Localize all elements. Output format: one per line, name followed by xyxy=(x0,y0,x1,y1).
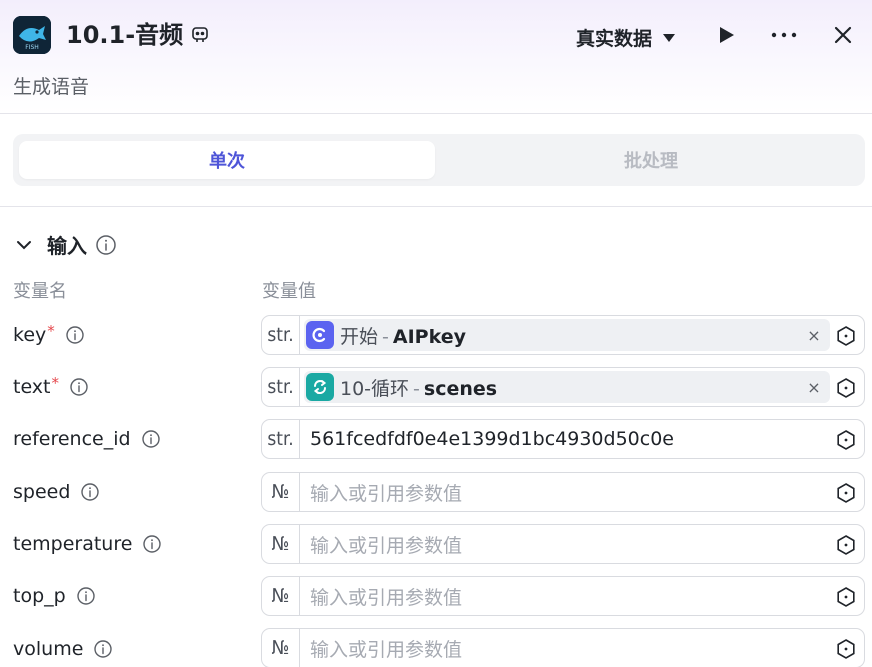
close-button[interactable] xyxy=(830,22,856,48)
param-field-volume[interactable]: № 输入或引用参数值 xyxy=(261,628,865,667)
param-label-reference-id: reference_id xyxy=(13,425,161,453)
info-icon[interactable] xyxy=(80,482,100,502)
column-header-value: 变量值 xyxy=(262,281,316,302)
param-input-placeholder[interactable]: 输入或引用参数值 xyxy=(310,583,462,610)
app-logo: FISH xyxy=(13,16,51,54)
param-name: key xyxy=(13,324,47,346)
param-field-reference-id[interactable]: str. 561fcedfdf0e4e1399d1bc4930d50c0e xyxy=(261,419,865,459)
chip-source: 开始 xyxy=(340,325,379,348)
chevron-down-icon[interactable] xyxy=(13,234,35,256)
divider xyxy=(0,206,872,207)
param-label-volume: volume xyxy=(13,635,113,663)
type-tag: str. xyxy=(262,316,300,354)
param-label-key: key * xyxy=(13,321,85,349)
node-title: 10.1-音频 xyxy=(66,21,184,49)
reference-settings-icon[interactable] xyxy=(834,533,858,557)
data-mode-dropdown[interactable]: 真实数据 xyxy=(576,24,676,51)
close-icon[interactable]: × xyxy=(804,325,824,345)
param-name: top_p xyxy=(13,585,66,607)
type-tag: № xyxy=(262,577,300,615)
required-mark: * xyxy=(51,374,60,392)
reference-settings-icon[interactable] xyxy=(834,428,858,452)
info-icon[interactable] xyxy=(76,586,96,606)
info-icon[interactable] xyxy=(142,534,162,554)
param-field-text[interactable]: str. 10-循环 - scenes × xyxy=(261,367,865,407)
tab-single[interactable]: 单次 xyxy=(19,141,435,179)
loop-icon xyxy=(306,373,334,401)
param-label-text: text * xyxy=(13,373,89,401)
reference-chip[interactable]: 开始 - AIPkey × xyxy=(304,319,830,351)
app-logo-text: FISH xyxy=(25,44,39,51)
chip-text: 开始 - AIPkey xyxy=(340,322,466,349)
required-mark: * xyxy=(47,322,55,340)
run-mode-tabs: 单次 批处理 xyxy=(13,134,865,186)
data-mode-label: 真实数据 xyxy=(576,28,653,50)
param-input-placeholder[interactable]: 输入或引用参数值 xyxy=(310,531,462,558)
info-icon[interactable] xyxy=(69,377,89,397)
more-button[interactable] xyxy=(771,22,797,48)
param-name: text xyxy=(13,376,51,398)
chip-separator: - xyxy=(382,325,389,348)
tab-batch[interactable]: 批处理 xyxy=(443,141,859,179)
node-header: FISH 10.1-音频 生成语音 真实数据 xyxy=(0,0,872,114)
param-label-speed: speed xyxy=(13,478,100,506)
type-tag: № xyxy=(262,473,300,511)
param-name: volume xyxy=(13,638,84,660)
start-icon xyxy=(306,321,334,349)
param-label-temperature: temperature xyxy=(13,530,162,558)
param-label-top-p: top_p xyxy=(13,582,96,610)
type-tag: str. xyxy=(262,420,300,458)
input-section-header: 输入 xyxy=(13,230,117,259)
info-icon[interactable] xyxy=(65,325,85,345)
more-icon xyxy=(771,32,797,38)
param-field-speed[interactable]: № 输入或引用参数值 xyxy=(261,472,865,512)
type-tag: № xyxy=(262,629,300,667)
play-icon xyxy=(720,27,734,43)
info-icon[interactable] xyxy=(93,639,113,659)
chip-source: 10-循环 xyxy=(340,377,410,400)
param-input-placeholder[interactable]: 输入或引用参数值 xyxy=(310,479,462,506)
reference-settings-icon[interactable] xyxy=(834,585,858,609)
param-field-key[interactable]: str. 开始 - AIPkey × xyxy=(261,315,865,355)
run-button[interactable] xyxy=(713,22,739,48)
chip-variable: scenes xyxy=(423,377,498,400)
chip-separator: - xyxy=(413,377,420,400)
reference-settings-icon[interactable] xyxy=(834,481,858,505)
param-name: reference_id xyxy=(13,428,131,450)
edit-title-icon[interactable] xyxy=(190,25,210,45)
type-tag: str. xyxy=(262,368,300,406)
param-name: speed xyxy=(13,481,71,503)
param-field-top-p[interactable]: № 输入或引用参数值 xyxy=(261,576,865,616)
param-value[interactable]: 561fcedfdf0e4e1399d1bc4930d50c0e xyxy=(310,428,674,450)
info-icon[interactable] xyxy=(95,234,117,256)
param-input-placeholder[interactable]: 输入或引用参数值 xyxy=(310,635,462,662)
close-icon[interactable]: × xyxy=(804,377,824,397)
input-section-title: 输入 xyxy=(47,234,87,258)
reference-settings-icon[interactable] xyxy=(834,324,858,348)
info-icon[interactable] xyxy=(141,429,161,449)
type-tag: № xyxy=(262,525,300,563)
close-icon xyxy=(834,26,852,44)
caret-down-icon xyxy=(663,33,676,42)
reference-settings-icon[interactable] xyxy=(834,376,858,400)
column-header-name: 变量名 xyxy=(13,281,67,302)
reference-settings-icon[interactable] xyxy=(834,637,858,661)
reference-chip[interactable]: 10-循环 - scenes × xyxy=(304,371,830,403)
node-description: 生成语音 xyxy=(13,76,90,98)
param-name: temperature xyxy=(13,533,133,555)
chip-text: 10-循环 - scenes xyxy=(340,374,497,401)
chip-variable: AIPkey xyxy=(392,325,466,348)
param-field-temperature[interactable]: № 输入或引用参数值 xyxy=(261,524,865,564)
